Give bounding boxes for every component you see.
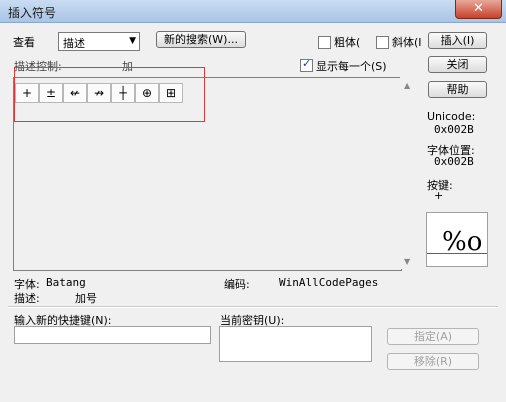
show-each-label: 显示每一个(S) <box>316 60 387 73</box>
italic-label: 斜体(I <box>392 36 422 49</box>
close-icon: ✕ <box>473 1 484 16</box>
key-value: + <box>434 189 444 202</box>
desc-value: 加号 <box>75 292 97 305</box>
current-key-list[interactable] <box>219 326 372 362</box>
highlight-box <box>14 67 205 122</box>
remove-button[interactable]: 移除(R) <box>387 353 479 370</box>
new-key-input[interactable] <box>14 326 211 344</box>
view-select[interactable]: 描述 ▼ <box>58 32 140 51</box>
view-label: 查看 <box>13 36 35 49</box>
chevron-down-icon: ▼ <box>129 36 136 46</box>
new-search-button[interactable]: 新的搜索(W)... <box>156 31 246 48</box>
italic-checkbox[interactable] <box>376 36 389 49</box>
view-select-value: 描述 <box>63 37 85 50</box>
encoding-value: WinAllCodePages <box>279 276 379 289</box>
preview-glyph: %o <box>442 227 483 257</box>
font-value: Batang <box>46 276 86 289</box>
close-window-button[interactable]: ✕ <box>455 0 502 19</box>
window-title: 插入符号 <box>8 6 57 20</box>
close-button[interactable]: 关闭 <box>428 56 487 73</box>
glyph-preview: %o <box>426 212 488 267</box>
unicode-value: 0x002B <box>434 123 474 136</box>
char-position-value: 0x002B <box>434 155 474 168</box>
unicode-label: Unicode: <box>427 110 476 123</box>
desc-label: 描述: <box>14 292 40 305</box>
bold-checkbox[interactable] <box>318 36 331 49</box>
scroll-down-icon[interactable]: ▼ <box>404 257 410 266</box>
symbol-scrollbar[interactable]: ▲ ▼ <box>400 77 415 269</box>
help-button[interactable]: 帮助 <box>428 81 487 98</box>
scroll-up-icon[interactable]: ▲ <box>404 81 410 90</box>
bold-label: 粗体( <box>334 36 361 49</box>
divider <box>8 306 498 308</box>
assign-button[interactable]: 指定(A) <box>387 328 479 345</box>
show-each-checkbox[interactable] <box>300 57 313 72</box>
title-bar <box>0 0 506 23</box>
encoding-label: 编码: <box>224 278 250 291</box>
insert-button[interactable]: 插入(I) <box>428 32 487 49</box>
